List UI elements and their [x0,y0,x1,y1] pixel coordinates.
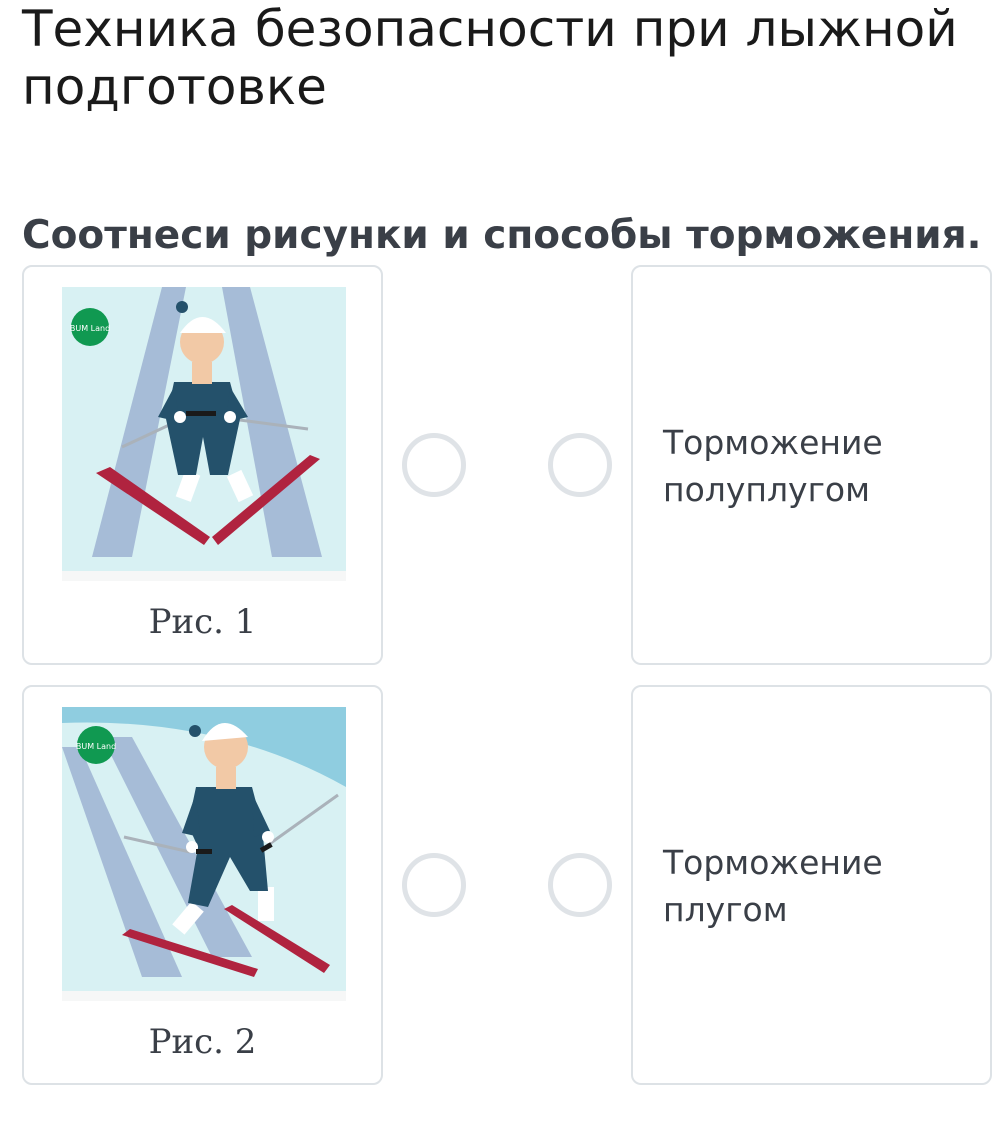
logo-text: BUM Land [70,324,110,333]
answer-1-radio[interactable] [548,433,612,497]
image-caption-1: Рис. 1 [148,602,257,642]
answer-card-1[interactable]: Торможение полуплугом [631,265,992,665]
image-card-2[interactable]: BUM Land Рис. 2 [22,685,383,1085]
page-title: Техника безопасности при лыжной подготов… [22,0,958,116]
skier-illustration-1: BUM Land [62,287,346,581]
answer-card-2[interactable]: Торможение плугом [631,685,992,1085]
image-caption-2: Рис. 2 [148,1022,257,1062]
image-2-radio[interactable] [402,853,466,917]
image-card-1[interactable]: BUM Land Рис. 1 [22,265,383,665]
answer-label-2: Торможение плугом [663,843,883,929]
skier-illustration-2: BUM Land [62,707,346,1001]
image-1-radio[interactable] [402,433,466,497]
answer-2-radio[interactable] [548,853,612,917]
answer-label-1: Торможение полуплугом [663,423,883,509]
task-prompt: Соотнеси рисунки и способы торможения. [22,213,982,258]
logo-text: BUM Land [76,742,116,751]
